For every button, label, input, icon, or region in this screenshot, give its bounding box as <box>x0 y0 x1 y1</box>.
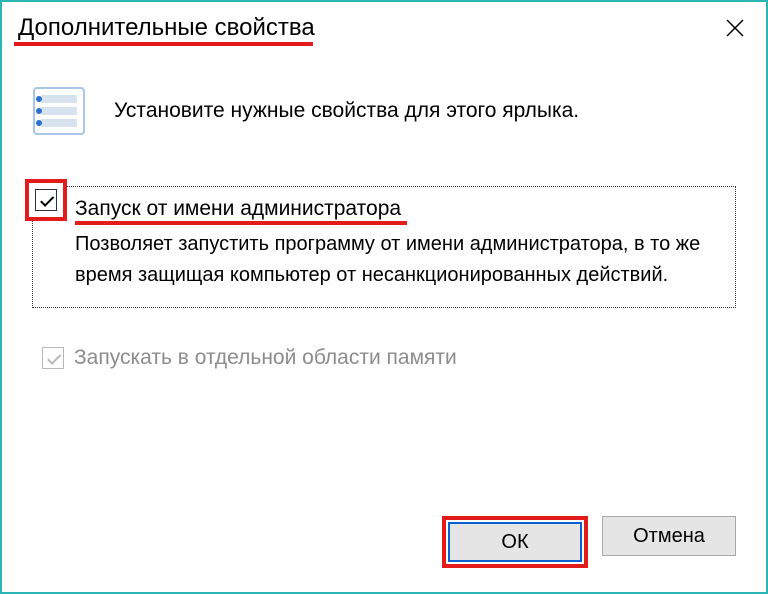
dialog-window: Дополнительные свойства Установите нужны… <box>0 0 768 594</box>
highlight-box-checkbox <box>25 179 67 221</box>
cancel-button[interactable]: Отмена <box>602 516 736 556</box>
run-as-admin-description: Позволяет запустить программу от имени а… <box>75 229 719 291</box>
highlight-underline <box>14 42 313 46</box>
intro-row: Установите нужные свойства для этого ярл… <box>32 84 736 138</box>
titlebar: Дополнительные свойства <box>2 2 766 54</box>
run-as-admin-label[interactable]: Запуск от имени администратора <box>75 197 401 221</box>
button-row: ОК Отмена <box>2 516 766 592</box>
run-as-admin-checkbox[interactable] <box>35 189 57 211</box>
window-title: Дополнительные свойства <box>18 14 315 42</box>
close-icon <box>726 19 744 37</box>
properties-icon <box>32 84 86 138</box>
run-as-admin-group: Запуск от имени администратора Позволяет… <box>32 186 736 308</box>
run-as-admin-label-text: Запуск от имени администратора <box>75 197 401 220</box>
separate-memory-label: Запускать в отдельной области памяти <box>74 346 457 370</box>
highlight-box-ok: ОК <box>442 516 588 568</box>
separate-memory-checkbox <box>42 347 64 369</box>
ok-button[interactable]: ОК <box>448 522 582 562</box>
highlight-underline <box>75 221 407 225</box>
separate-memory-option: Запускать в отдельной области памяти <box>42 346 736 370</box>
close-button[interactable] <box>712 8 758 48</box>
intro-text: Установите нужные свойства для этого ярл… <box>114 99 579 123</box>
dialog-content: Установите нужные свойства для этого ярл… <box>2 54 766 516</box>
